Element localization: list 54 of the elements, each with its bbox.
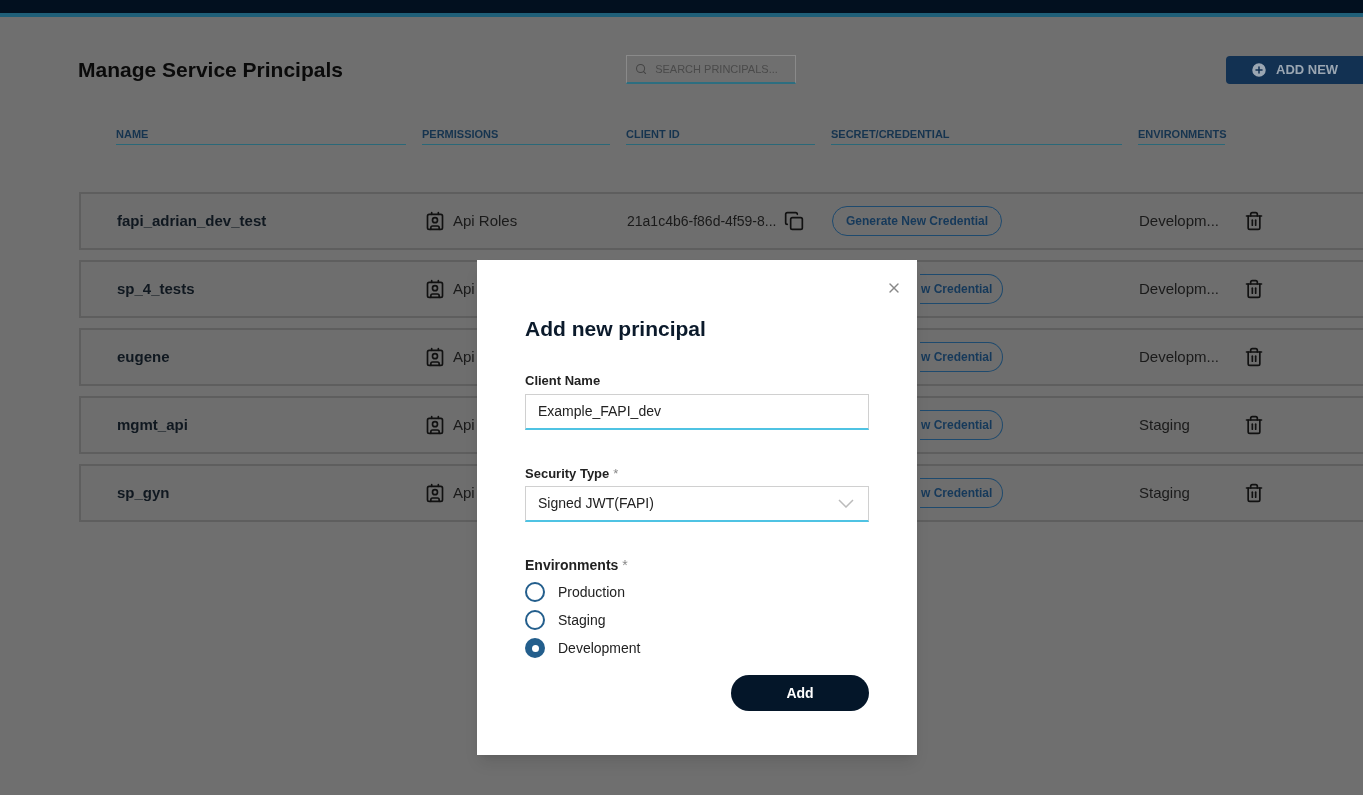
radio-button[interactable] [525, 582, 545, 602]
plus-icon [1250, 60, 1268, 79]
trash-icon[interactable] [1244, 279, 1264, 299]
environment-text: Staging [1139, 414, 1191, 435]
add-new-button[interactable]: ADD NEW [1226, 55, 1363, 84]
client-name-field[interactable]: Example_FAPI_dev [525, 393, 869, 430]
id-card-icon [425, 483, 445, 503]
column-header[interactable]: ENVIRONMENTS [1138, 125, 1225, 145]
id-card-icon [425, 347, 445, 367]
principal-name: eugene [116, 346, 171, 367]
permission-text: Api Roles [453, 210, 518, 231]
id-card-icon [425, 415, 445, 435]
radio-button[interactable] [525, 638, 545, 658]
search-icon [635, 62, 648, 77]
dialog-title: Add new principal [525, 316, 707, 342]
principal-name: mgmt_api [116, 414, 189, 435]
permission-text: Api [453, 346, 475, 367]
id-card-icon [425, 211, 445, 231]
add-button[interactable]: Add [731, 675, 869, 711]
required-mark: * [622, 556, 628, 575]
required-mark: * [613, 464, 619, 483]
trash-icon[interactable] [1244, 347, 1264, 367]
table-row[interactable]: fapi_adrian_dev_test Api Roles 21a1c4b6-f86d-4f59-8... Generate New Credential Developm... [79, 192, 1363, 250]
copy-icon[interactable] [784, 211, 805, 231]
environment-text: Developm... [1139, 278, 1221, 299]
permission-text: Api [453, 278, 475, 299]
radio-option[interactable]: Production [525, 582, 869, 602]
id-card-icon [425, 279, 445, 299]
field-label: Client Name [525, 372, 602, 390]
permission-text: Api [453, 482, 475, 503]
column-header[interactable]: CLIENT ID [626, 125, 815, 145]
column-header[interactable]: PERMISSIONS [422, 125, 610, 145]
principal-name: sp_gyn [116, 482, 171, 503]
chevron-down-icon [838, 499, 854, 508]
environment-text: Developm... [1139, 210, 1221, 231]
environment-text: Staging [1139, 482, 1191, 503]
radio-option[interactable]: Development [525, 638, 869, 658]
field-label: Security Type [525, 464, 610, 483]
principal-name: fapi_adrian_dev_test [116, 210, 268, 231]
principal-name: sp_4_tests [116, 278, 196, 299]
radio-option[interactable]: Staging [525, 610, 869, 630]
field-label: Environments [525, 556, 619, 575]
client-name-input[interactable]: Example_FAPI_dev [538, 400, 856, 422]
trash-icon[interactable] [1244, 211, 1264, 231]
radio-button[interactable] [525, 610, 545, 630]
column-header[interactable]: NAME [116, 125, 406, 145]
trash-icon[interactable] [1244, 415, 1264, 435]
client-id: 21a1c4b6-f86d-4f59-8... [627, 211, 777, 231]
security-type-dropdown[interactable]: Signed JWT(FAPI) [525, 486, 869, 522]
permission-text: Api [453, 414, 475, 435]
trash-icon[interactable] [1244, 483, 1264, 503]
page-title: Manage Service Principals [78, 57, 344, 83]
column-header[interactable]: SECRET/CREDENTIAL [831, 125, 1122, 145]
environment-text: Developm... [1139, 346, 1221, 367]
